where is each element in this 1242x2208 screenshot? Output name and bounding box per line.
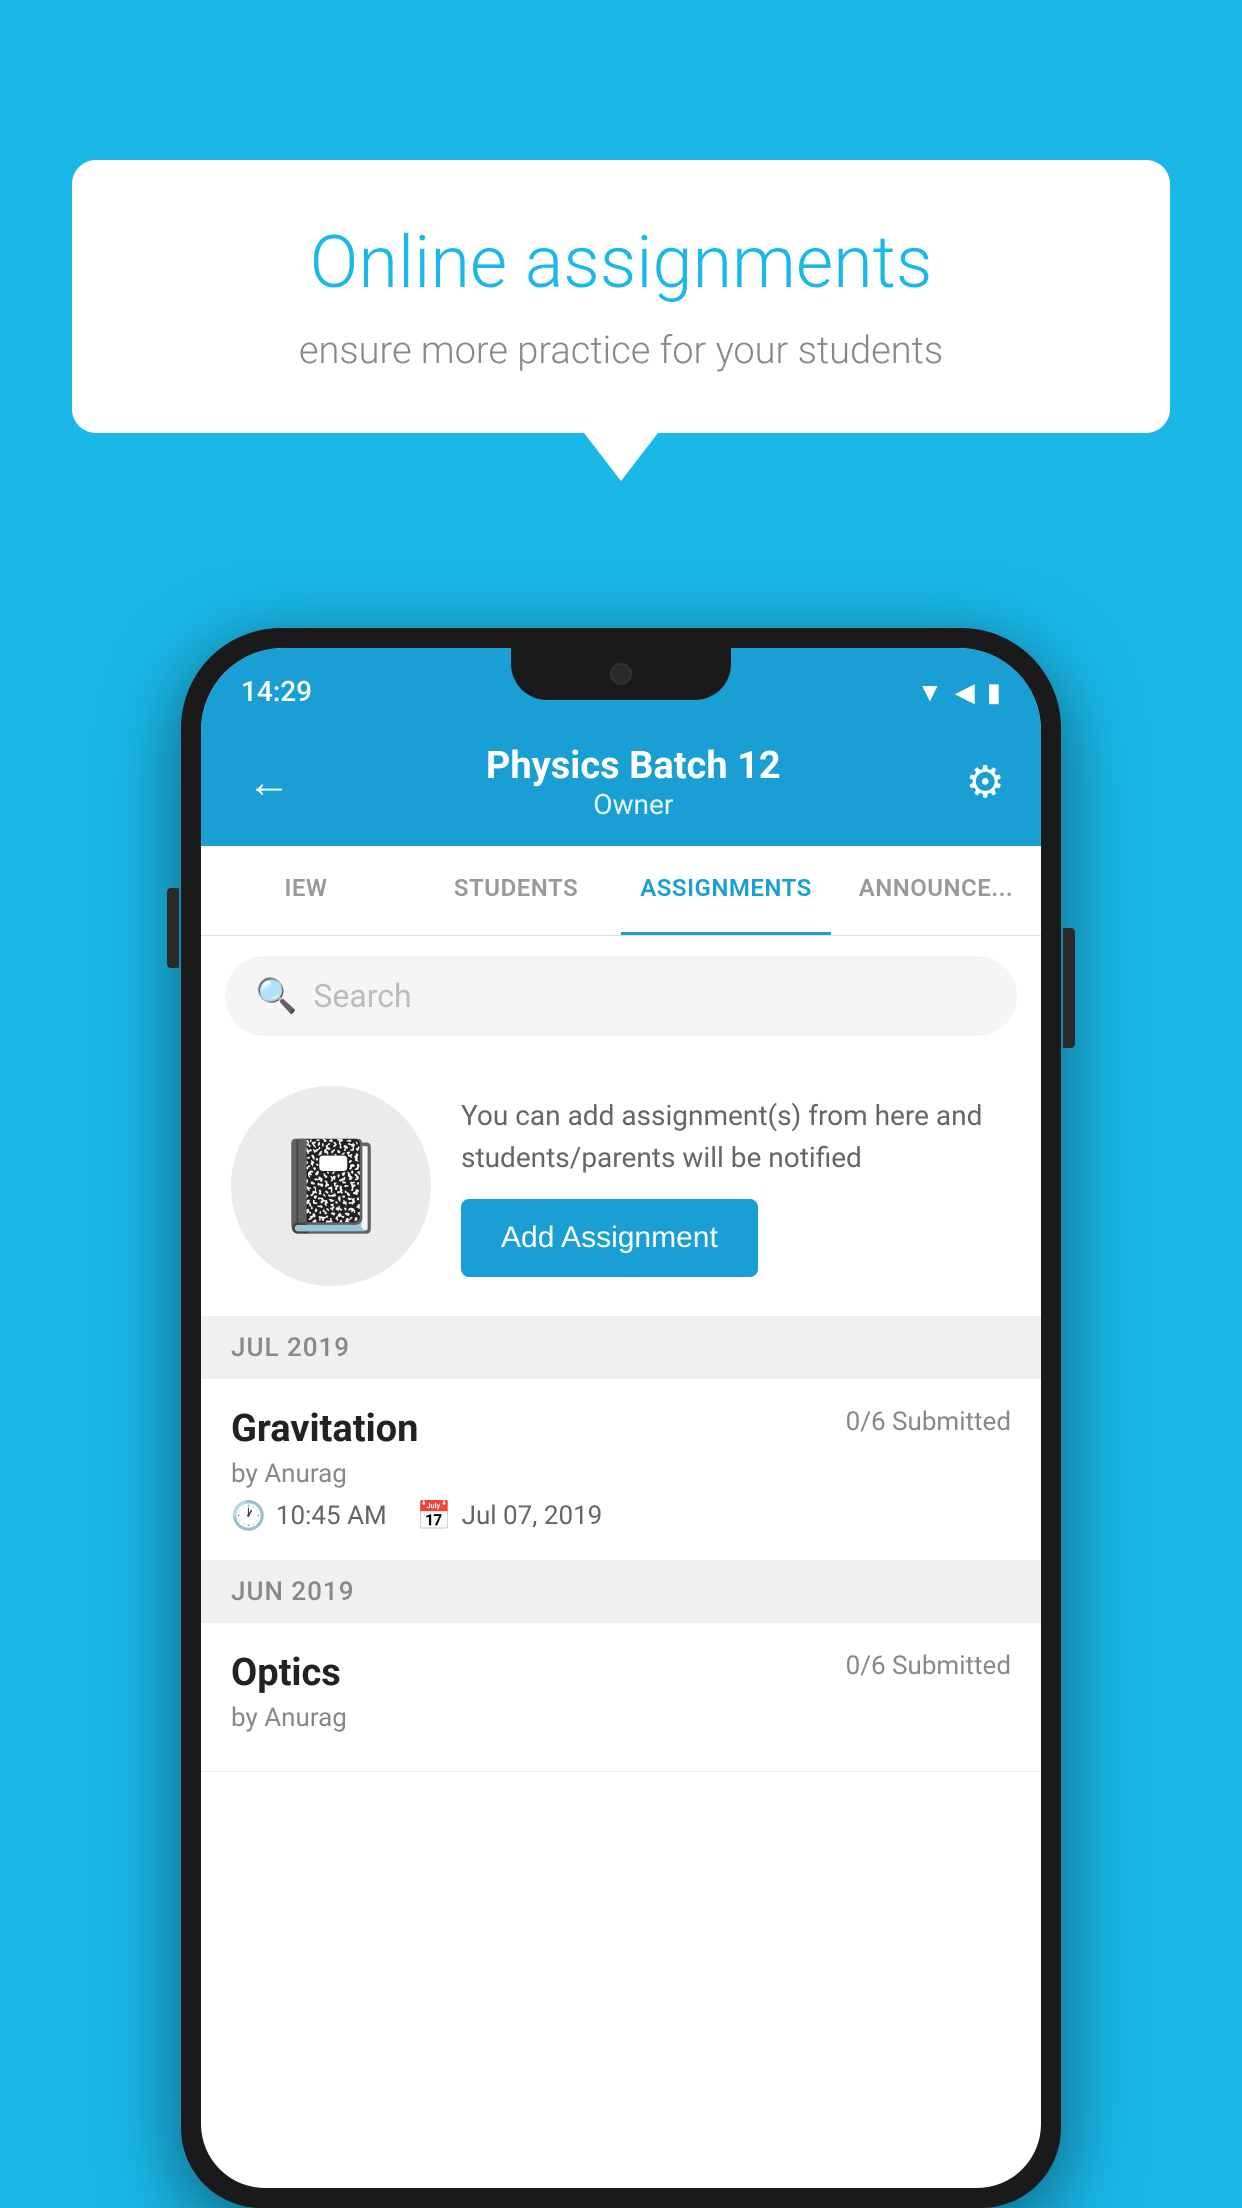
assignment-name-optics: Optics (231, 1651, 341, 1695)
assignment-illustration: 📓 (231, 1086, 431, 1286)
assignment-time-gravitation: 10:45 AM (276, 1501, 387, 1531)
tab-students[interactable]: STUDENTS (411, 846, 621, 935)
app-bar-subtitle: Owner (301, 788, 966, 821)
assignment-by-optics: by Anurag (231, 1703, 1011, 1733)
settings-button[interactable]: ⚙ (966, 756, 1005, 808)
wifi-icon: ▼ (917, 677, 943, 708)
info-text: You can add assignment(s) from here and … (461, 1095, 1011, 1277)
submitted-count-gravitation: 0/6 Submitted (846, 1407, 1011, 1437)
search-icon: 🔍 (255, 976, 297, 1016)
speech-bubble-subtitle: ensure more practice for your students (152, 329, 1090, 373)
search-placeholder: Search (313, 977, 411, 1015)
back-button[interactable]: ← (237, 746, 301, 818)
month-header-jun: JUN 2019 (201, 1561, 1041, 1623)
add-assignment-button[interactable]: Add Assignment (461, 1199, 758, 1277)
clock-icon: 🕐 (231, 1499, 266, 1532)
assignment-meta-gravitation: 🕐 10:45 AM 📅 Jul 07, 2019 (231, 1499, 1011, 1532)
tab-assignments[interactable]: ASSIGNMENTS (621, 846, 831, 935)
status-icons: ▼ ◀ ▮ (917, 677, 1001, 708)
phone-notch (511, 648, 731, 700)
app-bar-center: Physics Batch 12 Owner (301, 744, 966, 821)
assignment-name-gravitation: Gravitation (231, 1407, 418, 1451)
status-time: 14:29 (241, 675, 312, 708)
assignment-date-gravitation: Jul 07, 2019 (462, 1501, 603, 1531)
search-bar-wrapper: 🔍 Search (201, 936, 1041, 1056)
battery-icon: ▮ (987, 678, 1001, 708)
side-button-right (1063, 928, 1075, 1048)
meta-date-gravitation: 📅 Jul 07, 2019 (417, 1499, 603, 1532)
app-bar-title: Physics Batch 12 (301, 744, 966, 788)
info-description: You can add assignment(s) from here and … (461, 1095, 1011, 1179)
meta-time-gravitation: 🕐 10:45 AM (231, 1499, 387, 1532)
speech-bubble-title: Online assignments (152, 220, 1090, 305)
assignment-row-top: Gravitation 0/6 Submitted (231, 1407, 1011, 1451)
signal-icon: ◀ (955, 678, 975, 708)
side-button-left (167, 888, 179, 968)
speech-bubble-wrapper: Online assignments ensure more practice … (72, 160, 1170, 433)
submitted-count-optics: 0/6 Submitted (846, 1651, 1011, 1681)
tab-announcements[interactable]: ANNOUNCE... (831, 846, 1041, 935)
calendar-icon: 📅 (417, 1499, 452, 1532)
tab-iew[interactable]: IEW (201, 846, 411, 935)
phone-frame: 14:29 ▼ ◀ ▮ ← Physics Batch 12 Owner ⚙ I… (181, 628, 1061, 2208)
search-bar[interactable]: 🔍 Search (225, 956, 1017, 1036)
tabs-bar: IEW STUDENTS ASSIGNMENTS ANNOUNCE... (201, 846, 1041, 936)
speech-bubble: Online assignments ensure more practice … (72, 160, 1170, 433)
assignment-item-gravitation[interactable]: Gravitation 0/6 Submitted by Anurag 🕐 10… (201, 1379, 1041, 1561)
camera (610, 663, 632, 685)
notebook-icon: 📓 (275, 1134, 387, 1239)
month-header-jul: JUL 2019 (201, 1317, 1041, 1379)
assignment-by-gravitation: by Anurag (231, 1459, 1011, 1489)
app-bar: ← Physics Batch 12 Owner ⚙ (201, 718, 1041, 846)
info-section: 📓 You can add assignment(s) from here an… (201, 1056, 1041, 1317)
phone-screen: 14:29 ▼ ◀ ▮ ← Physics Batch 12 Owner ⚙ I… (201, 648, 1041, 2188)
assignment-row-top-optics: Optics 0/6 Submitted (231, 1651, 1011, 1695)
assignment-item-optics[interactable]: Optics 0/6 Submitted by Anurag (201, 1623, 1041, 1772)
